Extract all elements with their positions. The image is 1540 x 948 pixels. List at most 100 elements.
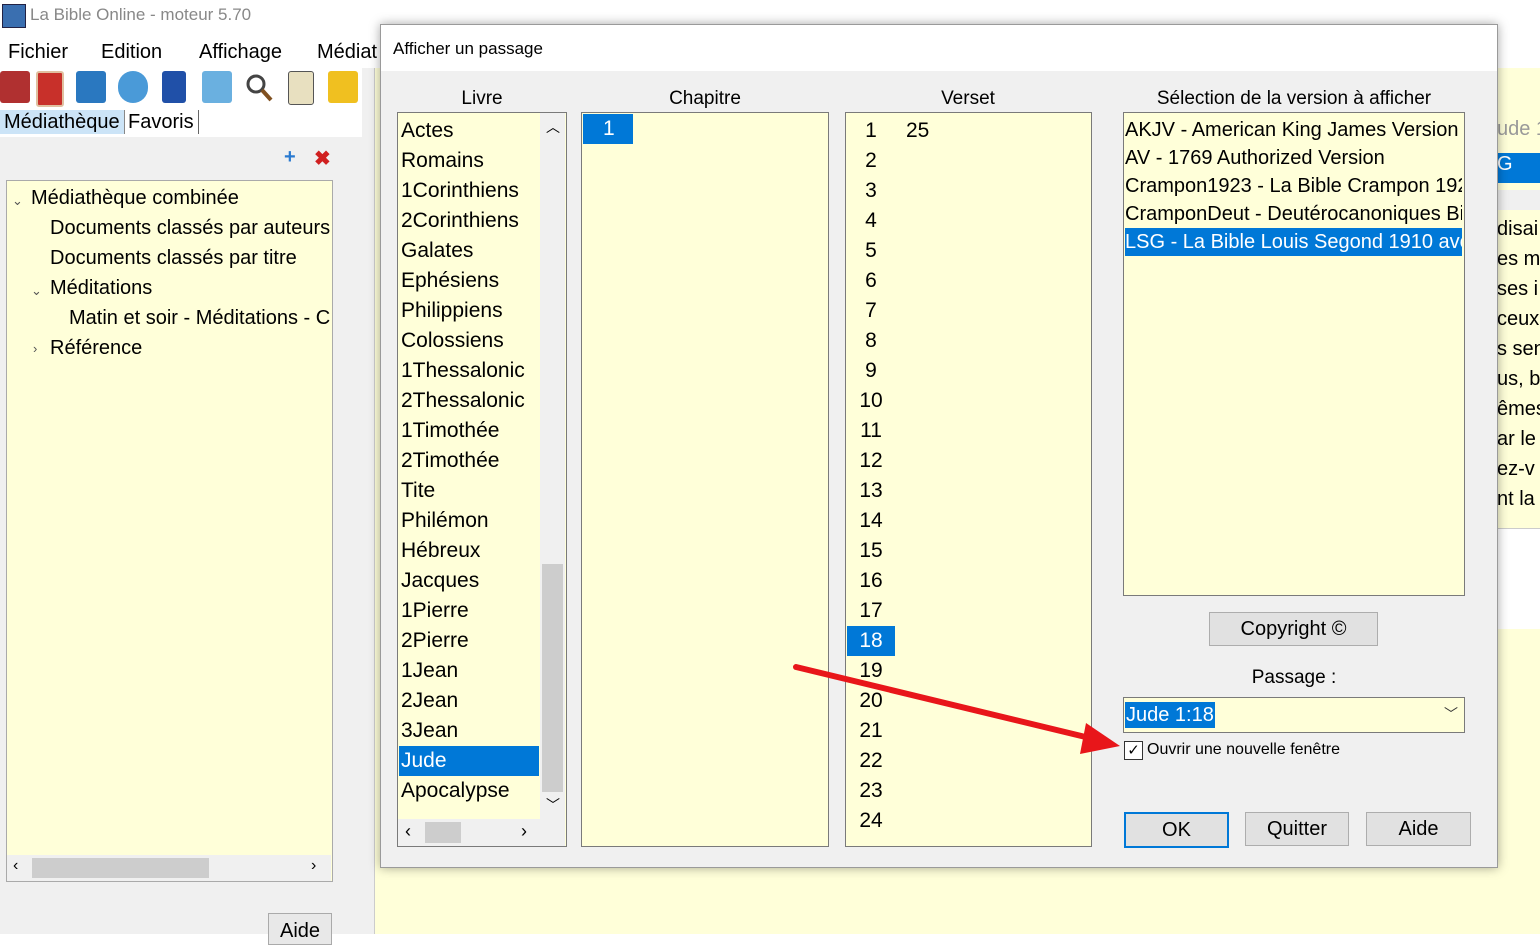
tree-item[interactable]: Matin et soir - Méditations - C <box>69 307 330 330</box>
verse-item[interactable]: 14 <box>847 506 895 536</box>
tree-item[interactable]: Méditations <box>50 277 152 300</box>
scrollbar-thumb[interactable] <box>32 858 209 878</box>
verse-item[interactable]: 10 <box>847 386 895 416</box>
verse-item[interactable]: 8 <box>847 326 895 356</box>
chevron-down-icon[interactable]: ⌄ <box>31 283 42 299</box>
book-item[interactable]: Romains <box>399 146 539 176</box>
scrollbar-thumb[interactable] <box>542 564 563 792</box>
book-item[interactable]: Jacques <box>399 566 539 596</box>
chevron-down-icon[interactable]: ﹀ <box>1444 704 1458 724</box>
delete-icon[interactable]: ✖ <box>314 146 331 171</box>
menu-fichier[interactable]: Fichier <box>8 41 68 64</box>
menu-edition[interactable]: Edition <box>101 41 162 64</box>
notes-icon[interactable] <box>328 71 358 103</box>
verse-item[interactable]: 21 <box>847 716 895 746</box>
book-item[interactable]: Hébreux <box>399 536 539 566</box>
ok-button[interactable]: OK <box>1124 812 1229 848</box>
version-item[interactable]: AV - 1769 Authorized Version <box>1125 144 1462 172</box>
add-icon[interactable]: + <box>284 146 296 169</box>
verse-item[interactable]: 1 <box>847 116 895 146</box>
passage-combobox[interactable]: Jude 1:18 ﹀ <box>1123 697 1465 733</box>
version-list[interactable]: AKJV - American King James Version AV - 1… <box>1123 112 1465 596</box>
passage-value[interactable]: Jude 1:18 <box>1125 702 1215 728</box>
red-book-icon[interactable] <box>36 71 64 107</box>
sidebar-help-button[interactable]: Aide <box>268 913 332 945</box>
book-item[interactable]: Actes <box>399 116 539 146</box>
version-item[interactable]: CramponDeut - Deutérocanoniques Bib <box>1125 200 1462 228</box>
quit-button[interactable]: Quitter <box>1245 812 1349 846</box>
chevron-right-icon[interactable]: › <box>33 341 37 356</box>
version-item[interactable]: AKJV - American King James Version <box>1125 116 1462 144</box>
verse-item[interactable]: 20 <box>847 686 895 716</box>
book-item[interactable]: 2Corinthiens <box>399 206 539 236</box>
book-vertical-scrollbar[interactable]: ︿ ﹀ <box>540 113 565 819</box>
book-item[interactable]: 2Pierre <box>399 626 539 656</box>
verse-item[interactable]: 4 <box>847 206 895 236</box>
book-item[interactable]: 2Thessalonic <box>399 386 539 416</box>
verse-item[interactable]: 2 <box>847 146 895 176</box>
tree-horizontal-scrollbar[interactable]: ‹ › <box>7 855 331 881</box>
new-window-checkbox[interactable]: ✓ <box>1124 741 1143 760</box>
tree-item[interactable]: Documents classés par auteurs <box>50 217 330 240</box>
book-item[interactable]: 1Thessalonic <box>399 356 539 386</box>
verse-item[interactable]: 9 <box>847 356 895 386</box>
verse-item[interactable]: 11 <box>847 416 895 446</box>
verse-item[interactable]: 24 <box>847 806 895 836</box>
verse-item[interactable]: 7 <box>847 296 895 326</box>
tab-favoris[interactable]: Favoris <box>124 110 199 134</box>
verse-item[interactable]: 17 <box>847 596 895 626</box>
book-item[interactable]: 2Jean <box>399 686 539 716</box>
blue-book-icon[interactable] <box>76 71 106 103</box>
book-item[interactable]: 1Corinthiens <box>399 176 539 206</box>
book-list[interactable]: Actes Romains 1Corinthiens 2Corinthiens Gala… <box>397 112 567 847</box>
globe-icon[interactable] <box>118 71 148 103</box>
book-item[interactable]: 1Timothée <box>399 416 539 446</box>
verse-item[interactable]: 23 <box>847 776 895 806</box>
scroll-right-icon[interactable]: › <box>311 857 316 875</box>
verse-item[interactable]: 5 <box>847 236 895 266</box>
scroll-up-icon[interactable]: ︿ <box>546 117 560 137</box>
verse-item[interactable]: 18 <box>847 626 895 656</box>
scroll-left-icon[interactable]: ‹ <box>405 821 411 842</box>
book-item[interactable]: Philippiens <box>399 296 539 326</box>
book-item[interactable]: Colossiens <box>399 326 539 356</box>
book-item[interactable]: Jude <box>399 746 539 776</box>
book-item[interactable]: Tite <box>399 476 539 506</box>
book-item[interactable]: 1Jean <box>399 656 539 686</box>
version-item[interactable]: LSG - La Bible Louis Segond 1910 avec <box>1125 228 1462 256</box>
clipboard-icon[interactable] <box>288 71 314 105</box>
tree-item[interactable]: Documents classés par titre <box>50 247 297 270</box>
scroll-left-icon[interactable]: ‹ <box>13 857 18 875</box>
copyright-button[interactable]: Copyright © <box>1209 612 1378 646</box>
books-icon[interactable] <box>162 71 186 103</box>
help-button[interactable]: Aide <box>1366 812 1471 846</box>
tree-item[interactable]: Médiathèque combinée <box>31 187 239 210</box>
book-item[interactable]: Philémon <box>399 506 539 536</box>
study-icon[interactable] <box>202 71 232 103</box>
chevron-down-icon[interactable]: ⌄ <box>12 193 23 209</box>
book-horizontal-scrollbar[interactable]: ‹ › <box>398 819 565 846</box>
tree-item[interactable]: Référence <box>50 337 142 360</box>
verse-item[interactable]: 6 <box>847 266 895 296</box>
version-item[interactable]: Crampon1923 - La Bible Crampon 1923 <box>1125 172 1462 200</box>
verse-item[interactable]: 15 <box>847 536 895 566</box>
menu-mediatheque[interactable]: Médiat <box>317 41 377 64</box>
verse-item[interactable]: 12 <box>847 446 895 476</box>
book-item[interactable]: 2Timothée <box>399 446 539 476</box>
verse-item[interactable]: 3 <box>847 176 895 206</box>
scroll-right-icon[interactable]: › <box>521 821 527 842</box>
book-item[interactable]: Galates <box>399 236 539 266</box>
book-item[interactable]: 3Jean <box>399 716 539 746</box>
verse-list[interactable]: 1 2 3 4 5 6 7 8 9 10 11 12 13 14 15 16 17 18 19 20 21 22 23 24 … <box>845 112 1092 847</box>
menu-affichage[interactable]: Affichage <box>199 41 282 64</box>
verse-item[interactable]: 16 <box>847 566 895 596</box>
verse-item[interactable]: 22 <box>847 746 895 776</box>
verse-item[interactable]: 13 <box>847 476 895 506</box>
bible-book-icon[interactable] <box>0 71 30 103</box>
splitter[interactable] <box>362 68 375 934</box>
tab-mediatheque[interactable]: Médiathèque <box>0 110 125 134</box>
scroll-down-icon[interactable]: ﹀ <box>546 795 560 815</box>
book-item[interactable]: Apocalypse <box>399 776 539 806</box>
search-icon[interactable] <box>244 71 274 103</box>
new-window-label[interactable]: Ouvrir une nouvelle fenêtre <box>1147 741 1340 759</box>
